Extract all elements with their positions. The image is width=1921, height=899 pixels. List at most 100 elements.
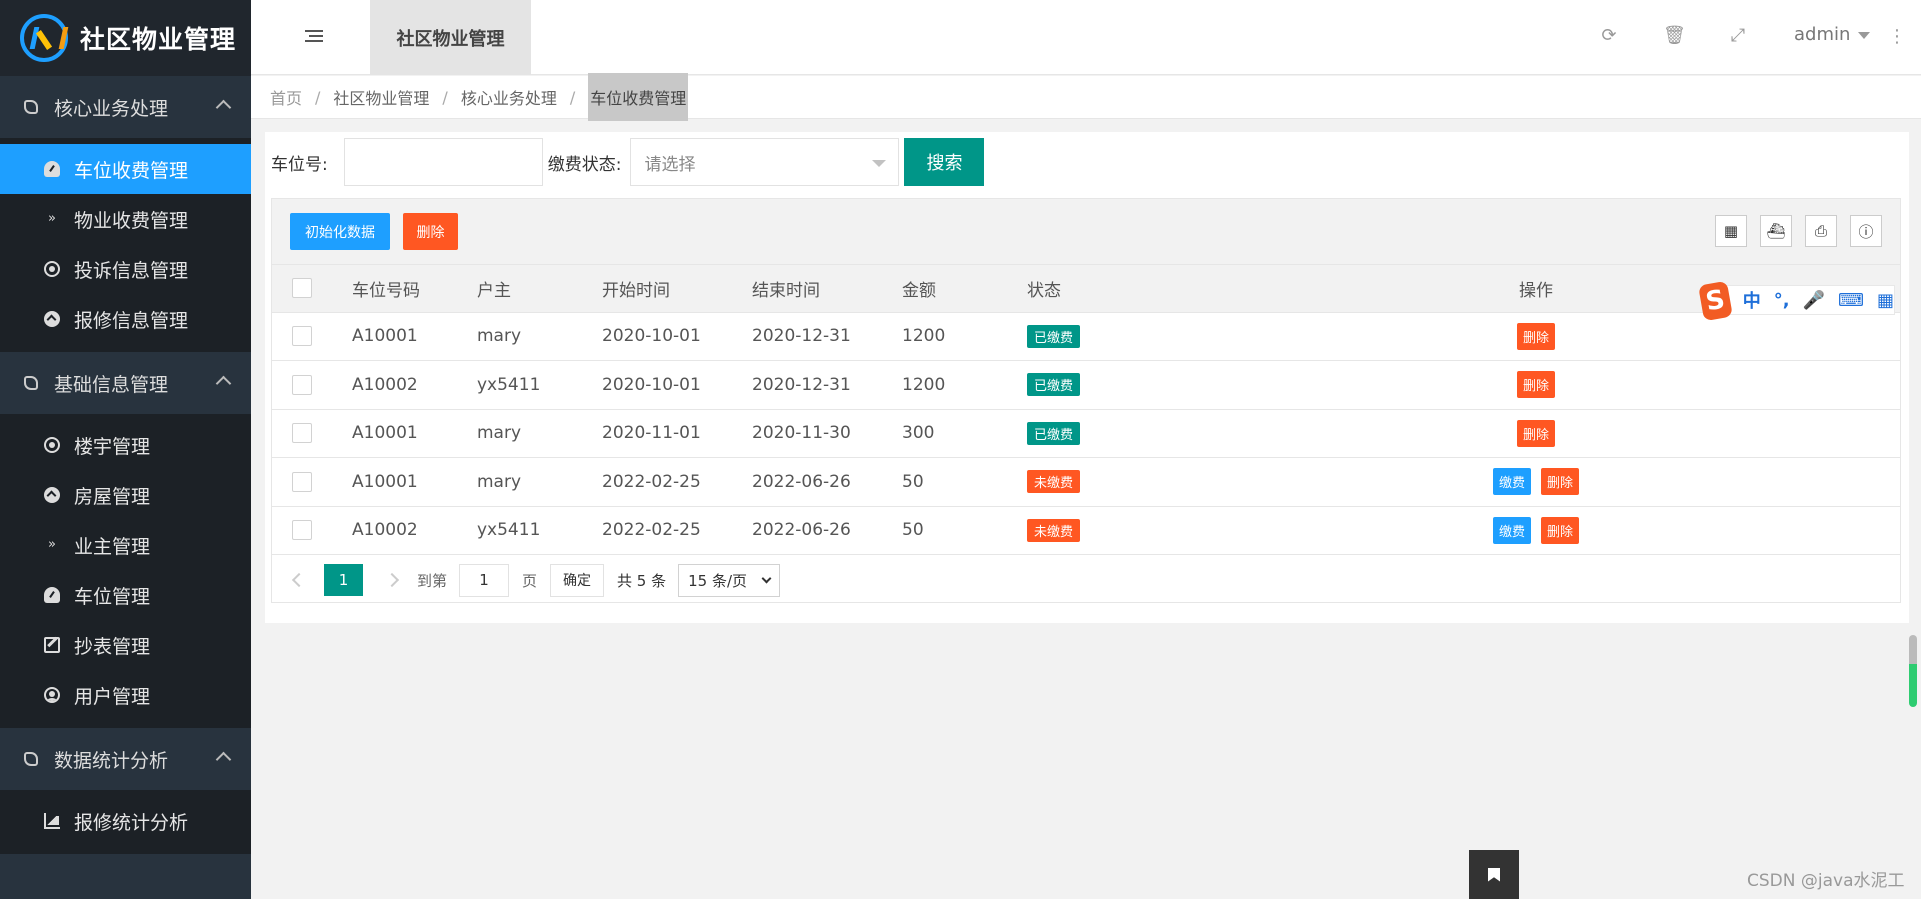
sidebar-item-users[interactable]: 用户管理 (0, 670, 251, 720)
table-row[interactable]: A10001 mary 2020-10-01 2020-12-31 1200 已缴费 删除 (272, 312, 1900, 361)
space-number-input[interactable] (343, 138, 543, 186)
cell-actions: 删除 (1172, 360, 1900, 410)
row-delete-button[interactable]: 删除 (1541, 516, 1580, 544)
col-header-status[interactable]: 状态 (1027, 265, 1172, 313)
col-header-amount[interactable]: 金额 (902, 265, 1027, 313)
row-checkbox[interactable] (292, 423, 312, 444)
row-checkbox[interactable] (292, 471, 312, 492)
watermark: CSDN @java水泥工 (1747, 871, 1905, 891)
row-checkbox[interactable] (292, 326, 312, 347)
keyboard-icon[interactable]: ⌨ (1838, 290, 1864, 311)
dashboard-icon (44, 587, 60, 603)
table-toolbar: 初始化数据 删除 ▦ ⛴ ⎙ ⓘ (272, 199, 1900, 265)
sidebar-item-meters[interactable]: 抄表管理 (0, 620, 251, 670)
fullscreen-icon[interactable]: ⤢ (1728, 26, 1748, 46)
page-1[interactable]: 1 (324, 564, 363, 596)
chevron-down-icon (761, 573, 772, 583)
ime-chinese-mode[interactable]: 中 (1743, 287, 1761, 313)
print-icon[interactable]: ⎙ (1805, 215, 1837, 247)
double-chevron-down-icon: » (48, 537, 56, 552)
sidebar-item-buildings[interactable]: 楼宇管理 (0, 420, 251, 470)
trash-icon[interactable]: 🗑 (1663, 26, 1686, 46)
col-header-owner[interactable]: 户主 (477, 265, 602, 313)
sidebar-item-label: 物业收费管理 (74, 209, 189, 232)
user-menu[interactable]: admin (1794, 24, 1871, 45)
delete-button[interactable]: 删除 (403, 213, 458, 250)
grid-icon[interactable]: ▦ (1877, 290, 1894, 311)
col-header-end[interactable]: 结束时间 (752, 265, 902, 313)
col-header-start[interactable]: 开始时间 (602, 265, 752, 313)
data-table-container: 初始化数据 删除 ▦ ⛴ ⎙ ⓘ 车位号码 户主 开始时间 结束时间 金额 状态… (271, 198, 1901, 603)
select-all-checkbox[interactable] (292, 278, 312, 299)
info-icon[interactable]: ⓘ (1850, 215, 1882, 247)
row-delete-button[interactable]: 删除 (1516, 322, 1555, 350)
sidebar-item-complaints[interactable]: 投诉信息管理 (0, 244, 251, 294)
microphone-icon[interactable]: 🎤 (1803, 290, 1825, 311)
breadcrumb-home[interactable]: 首页 (270, 85, 302, 109)
sidebar-group-stats[interactable]: 数据统计分析 (0, 728, 251, 790)
data-table: 车位号码 户主 开始时间 结束时间 金额 状态 操作 A10001 mary 202… (272, 265, 1900, 555)
sidebar-item-parking-fee[interactable]: 车位收费管理 (0, 144, 251, 194)
next-page-icon[interactable] (384, 572, 400, 588)
col-header-code[interactable]: 车位号码 (352, 265, 477, 313)
page-size-select[interactable]: 15 条/页 (678, 563, 781, 597)
sidebar-item-parking[interactable]: 车位管理 (0, 570, 251, 620)
status-select[interactable]: 请选择 (630, 138, 900, 186)
table-row[interactable]: A10002 yx5411 2020-10-01 2020-12-31 1200 已缴费 删… (272, 360, 1900, 410)
cell-code: A10001 (352, 409, 477, 458)
sidebar-item-repairs[interactable]: 报修信息管理 (0, 294, 251, 344)
pay-button[interactable]: 缴费 (1492, 516, 1531, 544)
pay-button[interactable]: 缴费 (1492, 468, 1531, 496)
search-button[interactable]: 搜索 (904, 138, 985, 186)
table-row[interactable]: A10001 mary 2022-02-25 2022-06-26 50 未缴费 缴费 删除 (272, 457, 1900, 507)
sogou-logo-icon[interactable]: S (1698, 280, 1733, 322)
caret-down-icon (1858, 31, 1871, 39)
sidebar-item-owners[interactable]: » 业主管理 (0, 520, 251, 570)
export-icon[interactable]: ⛴ (1760, 215, 1792, 247)
init-data-button[interactable]: 初始化数据 (290, 213, 390, 250)
row-delete-button[interactable]: 删除 (1541, 468, 1580, 496)
space-label: 车位号: (271, 154, 328, 175)
cell-code: A10002 (352, 360, 477, 410)
sidebar-item-label: 车位收费管理 (74, 159, 189, 182)
goto-page-input[interactable]: 1 (459, 563, 510, 597)
cell-actions: 缴费 删除 (1172, 457, 1900, 507)
cell-amount: 50 (902, 457, 1027, 507)
breadcrumb-section[interactable]: 核心业务处理 (461, 85, 557, 109)
more-icon[interactable]: ⋮ (1888, 26, 1906, 47)
table-row[interactable]: A10001 mary 2020-11-01 2020-11-30 300 已缴费 删除 (272, 409, 1900, 458)
table-row[interactable]: A10002 yx5411 2022-02-25 2022-06-26 50 未缴费 缴费删… (272, 506, 1900, 555)
sidebar: 社区物业管理 核心业务处理 车位收费管理 » 物业收费管理 投诉信息管理 报修信… (0, 0, 251, 899)
sidebar-group-basic[interactable]: 基础信息管理 (0, 352, 251, 414)
header-tab[interactable]: 社区物业管理 (370, 0, 531, 75)
circle-up-icon (44, 311, 60, 327)
row-delete-button[interactable]: 删除 (1516, 419, 1555, 447)
sidebar-item-houses[interactable]: 房屋管理 (0, 470, 251, 520)
prev-page-icon[interactable] (291, 572, 307, 588)
ime-toolbar: S 中 °, 🎤 ⌨ ▦ (1698, 280, 1895, 322)
columns-icon[interactable]: ▦ (1715, 215, 1747, 247)
sidebar-group-core[interactable]: 核心业务处理 (0, 76, 251, 138)
sidebar-item-label: 车位管理 (74, 585, 151, 608)
sidebar-item-label: 业主管理 (74, 535, 151, 558)
cell-actions: 删除 (1172, 409, 1900, 458)
cell-end: 2020-12-31 (752, 360, 902, 410)
row-checkbox[interactable] (292, 374, 312, 395)
sidebar-group-basic-items: 楼宇管理 房屋管理 » 业主管理 车位管理 抄表管理 用户管理 (0, 414, 251, 728)
sidebar-group-label: 核心业务处理 (54, 97, 169, 120)
search-form: 车位号: 缴费状态: 请选择 搜索 (271, 138, 985, 186)
sidebar-item-property-fee[interactable]: » 物业收费管理 (0, 194, 251, 244)
row-delete-button[interactable]: 删除 (1516, 371, 1555, 399)
refresh-icon[interactable]: ⟳ (1599, 26, 1619, 46)
scroll-indicator[interactable] (1909, 635, 1917, 707)
cell-amount: 50 (902, 506, 1027, 555)
row-checkbox[interactable] (292, 520, 312, 541)
chevron-up-icon (215, 99, 232, 116)
bookmark-icon[interactable] (1469, 850, 1519, 899)
goto-confirm-button[interactable]: 确定 (550, 563, 605, 597)
sidebar-item-repair-stats[interactable]: 报修统计分析 (0, 796, 251, 846)
menu-toggle-icon[interactable] (305, 30, 323, 44)
breadcrumb-app[interactable]: 社区物业管理 (333, 85, 429, 109)
cell-code: A10001 (352, 312, 477, 361)
ime-punctuation[interactable]: °, (1774, 290, 1790, 311)
